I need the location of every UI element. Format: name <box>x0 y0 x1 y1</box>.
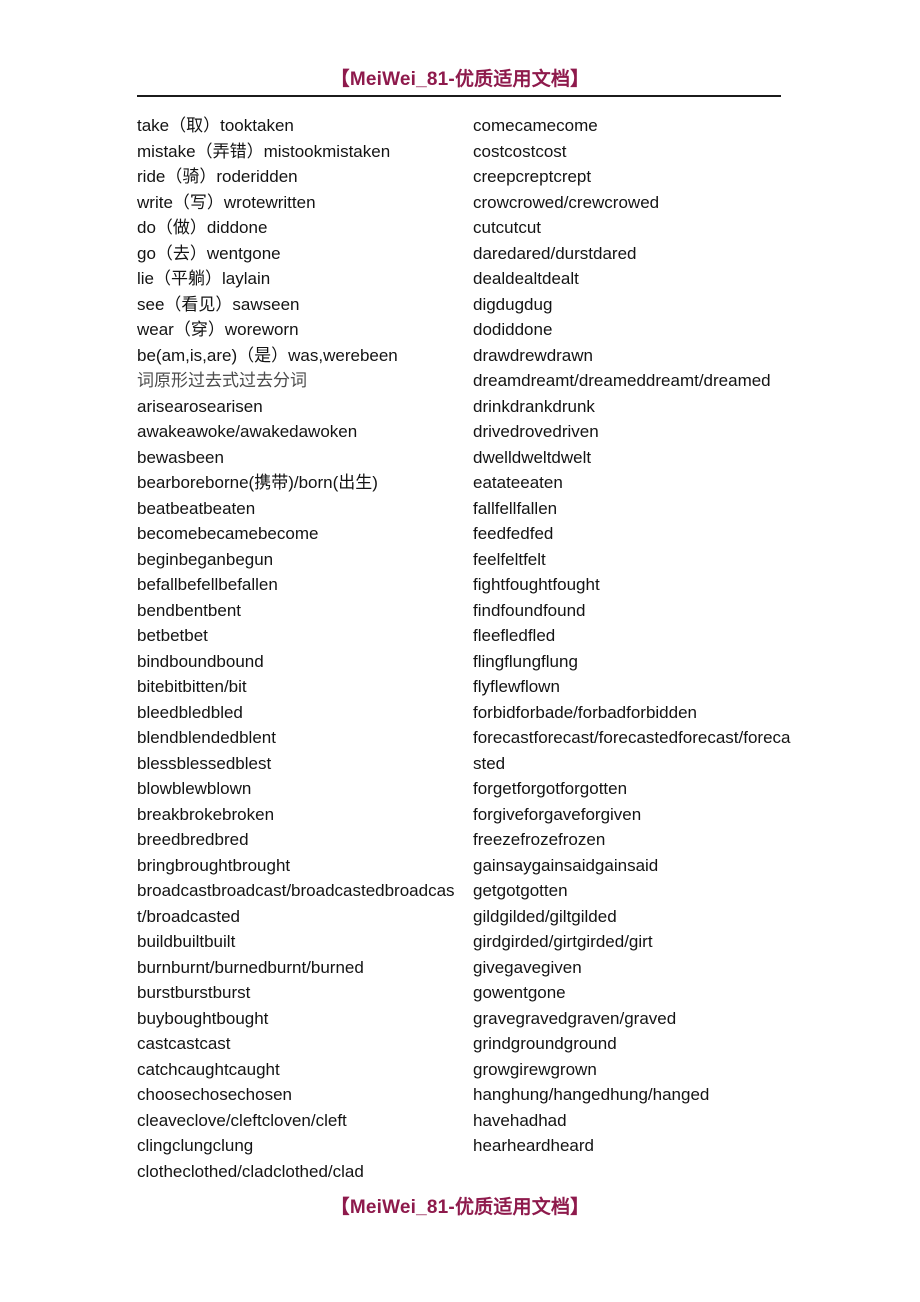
verb-entry: freezefrozefrozen <box>473 830 606 849</box>
verb-entry: be(am,is,are)（是）was,werebeen <box>137 345 398 365</box>
verb-entry: take（取）tooktaken <box>137 116 294 135</box>
verb-entry: fallfellfallen <box>473 498 558 518</box>
verb-entry: forecastforecast/forecastedforecast/fore… <box>473 728 791 773</box>
verb-column-right: comecamecome costcostcost creepcreptcrept c… <box>473 113 793 1159</box>
verb-entry: girdgirded/girtgirded/girt <box>473 932 653 951</box>
verb-entry: daredared/durstdared <box>473 243 637 263</box>
verb-entry: forgetforgotforgotten <box>473 779 628 798</box>
verb-entry: dreamdreamt/dreameddreamt/dreamed <box>473 371 771 390</box>
verb-entry: blessblessedblest <box>137 753 272 773</box>
verb-entry: getgotgotten <box>473 881 568 900</box>
verb-entry: breedbredbred <box>137 830 249 849</box>
verb-entry: growgirewgrown <box>473 1059 597 1079</box>
verb-entry: becomebecamebecome <box>137 524 319 543</box>
verb-entry: choosechosechosen <box>137 1085 293 1104</box>
verb-entry: gildgilded/giltgilded <box>473 906 617 926</box>
verb-entry: buildbuiltbuilt <box>137 932 236 951</box>
footer-watermark: 【MeiWei_81-优质适用文档】 <box>330 1197 590 1218</box>
verb-entry: flyflewflown <box>473 677 560 696</box>
verb-entry: bewasbeen <box>137 447 224 467</box>
verb-entry: clotheclothed/cladclothed/clad <box>137 1161 364 1181</box>
document-header: 【MeiWei_81-优质适用文档】 <box>0 64 920 91</box>
verb-entry: wear（穿）woreworn <box>137 320 299 339</box>
verb-entry: burnburnt/burnedburnt/burned <box>137 957 364 977</box>
verb-entry: givegavegiven <box>473 957 582 977</box>
verb-entry: forgiveforgaveforgiven <box>473 804 642 824</box>
verb-entry: cleaveclove/cleftcloven/cleft <box>137 1110 347 1130</box>
document-footer: 【MeiWei_81-优质适用文档】 <box>0 1192 920 1219</box>
verb-entry: gainsaygainsaidgainsaid <box>473 855 659 875</box>
verb-entry: feedfedfed <box>473 524 554 543</box>
verb-entry: drivedrovedriven <box>473 422 599 441</box>
verb-entry: dodiddone <box>473 320 553 339</box>
verb-entry: dwelldweltdwelt <box>473 447 592 467</box>
verb-entry: bindboundbound <box>137 651 264 671</box>
verb-entry: crowcrowed/crewcrowed <box>473 192 660 212</box>
verb-entry: go（去）wentgone <box>137 243 281 263</box>
verb-entry: gowentgone <box>473 983 566 1002</box>
verb-entry: drinkdrankdrunk <box>473 396 595 416</box>
verb-entry: do（做）diddone <box>137 218 268 237</box>
verb-entry: clingclungclung <box>137 1136 254 1155</box>
header-divider-rule <box>137 95 781 97</box>
verb-entry: see（看见）sawseen <box>137 294 300 314</box>
verb-entry: findfoundfound <box>473 600 586 620</box>
verb-entry: bringbroughtbrought <box>137 855 291 875</box>
verb-entry: bendbentbent <box>137 600 241 620</box>
verb-entry: bearboreborne(携带)/born(出生) <box>137 473 378 492</box>
verb-entry: hanghung/hangedhung/hanged <box>473 1085 710 1104</box>
verb-entry: catchcaughtcaught <box>137 1059 280 1079</box>
verb-entry: beatbeatbeaten <box>137 498 256 518</box>
verb-entry: burstburstburst <box>137 983 251 1002</box>
verb-entry: gravegravedgraven/graved <box>473 1008 677 1028</box>
verb-entry: hearheardheard <box>473 1136 594 1155</box>
verb-entry: costcostcost <box>473 141 567 161</box>
verb-entry: flingflungflung <box>473 651 578 671</box>
verb-entry: eatateeaten <box>473 473 563 492</box>
verb-entry: blowblewblown <box>137 779 252 798</box>
verb-entry: grindgroundground <box>473 1034 617 1053</box>
verb-entry: castcastcast <box>137 1034 231 1053</box>
header-watermark: 【MeiWei_81-优质适用文档】 <box>330 69 590 90</box>
verb-entry: arisearosearisen <box>137 396 263 416</box>
verb-entry: fleefledfled <box>473 626 556 645</box>
verb-entry: betbetbet <box>137 626 208 645</box>
verb-entry: awakeawoke/awakedawoken <box>137 422 358 441</box>
verb-entry: write（写）wrotewritten <box>137 192 316 212</box>
verb-entry: creepcreptcrept <box>473 167 592 186</box>
verb-entry: bleedbledbled <box>137 702 243 722</box>
verb-entry: fightfoughtfought <box>473 575 600 594</box>
verb-entry: broadcastbroadcast/broadcastedbroadcast/… <box>137 881 455 926</box>
verb-entry: digdugdug <box>473 294 553 314</box>
verb-entry: 词原形过去式过去分词 <box>137 371 307 390</box>
verb-entry: havehadhad <box>473 1110 567 1130</box>
verb-entry: forbidforbade/forbadforbidden <box>473 702 697 722</box>
verb-entry: blendblendedblent <box>137 728 276 747</box>
verb-column-left: take（取）tooktaken mistake（弄错）mistookmistak… <box>137 113 457 1184</box>
verb-entry: bitebitbitten/bit <box>137 677 247 696</box>
verb-entry: buyboughtbought <box>137 1008 269 1028</box>
verb-entry: dealdealtdealt <box>473 269 579 288</box>
verb-entry: beginbeganbegun <box>137 549 274 569</box>
verb-entry: feelfeltfelt <box>473 549 546 569</box>
verb-entry: drawdrewdrawn <box>473 345 593 365</box>
verb-entry: lie（平躺）laylain <box>137 269 271 288</box>
document-page: 【MeiWei_81-优质适用文档】 take（取）tooktaken mista… <box>0 0 920 1302</box>
verb-entry: breakbrokebroken <box>137 804 275 824</box>
verb-entry: mistake（弄错）mistookmistaken <box>137 141 391 161</box>
verb-entry: cutcutcut <box>473 218 542 237</box>
verb-entry: comecamecome <box>473 116 598 135</box>
verb-entry: ride（骑）roderidden <box>137 167 298 186</box>
verb-entry: befallbefellbefallen <box>137 575 278 594</box>
